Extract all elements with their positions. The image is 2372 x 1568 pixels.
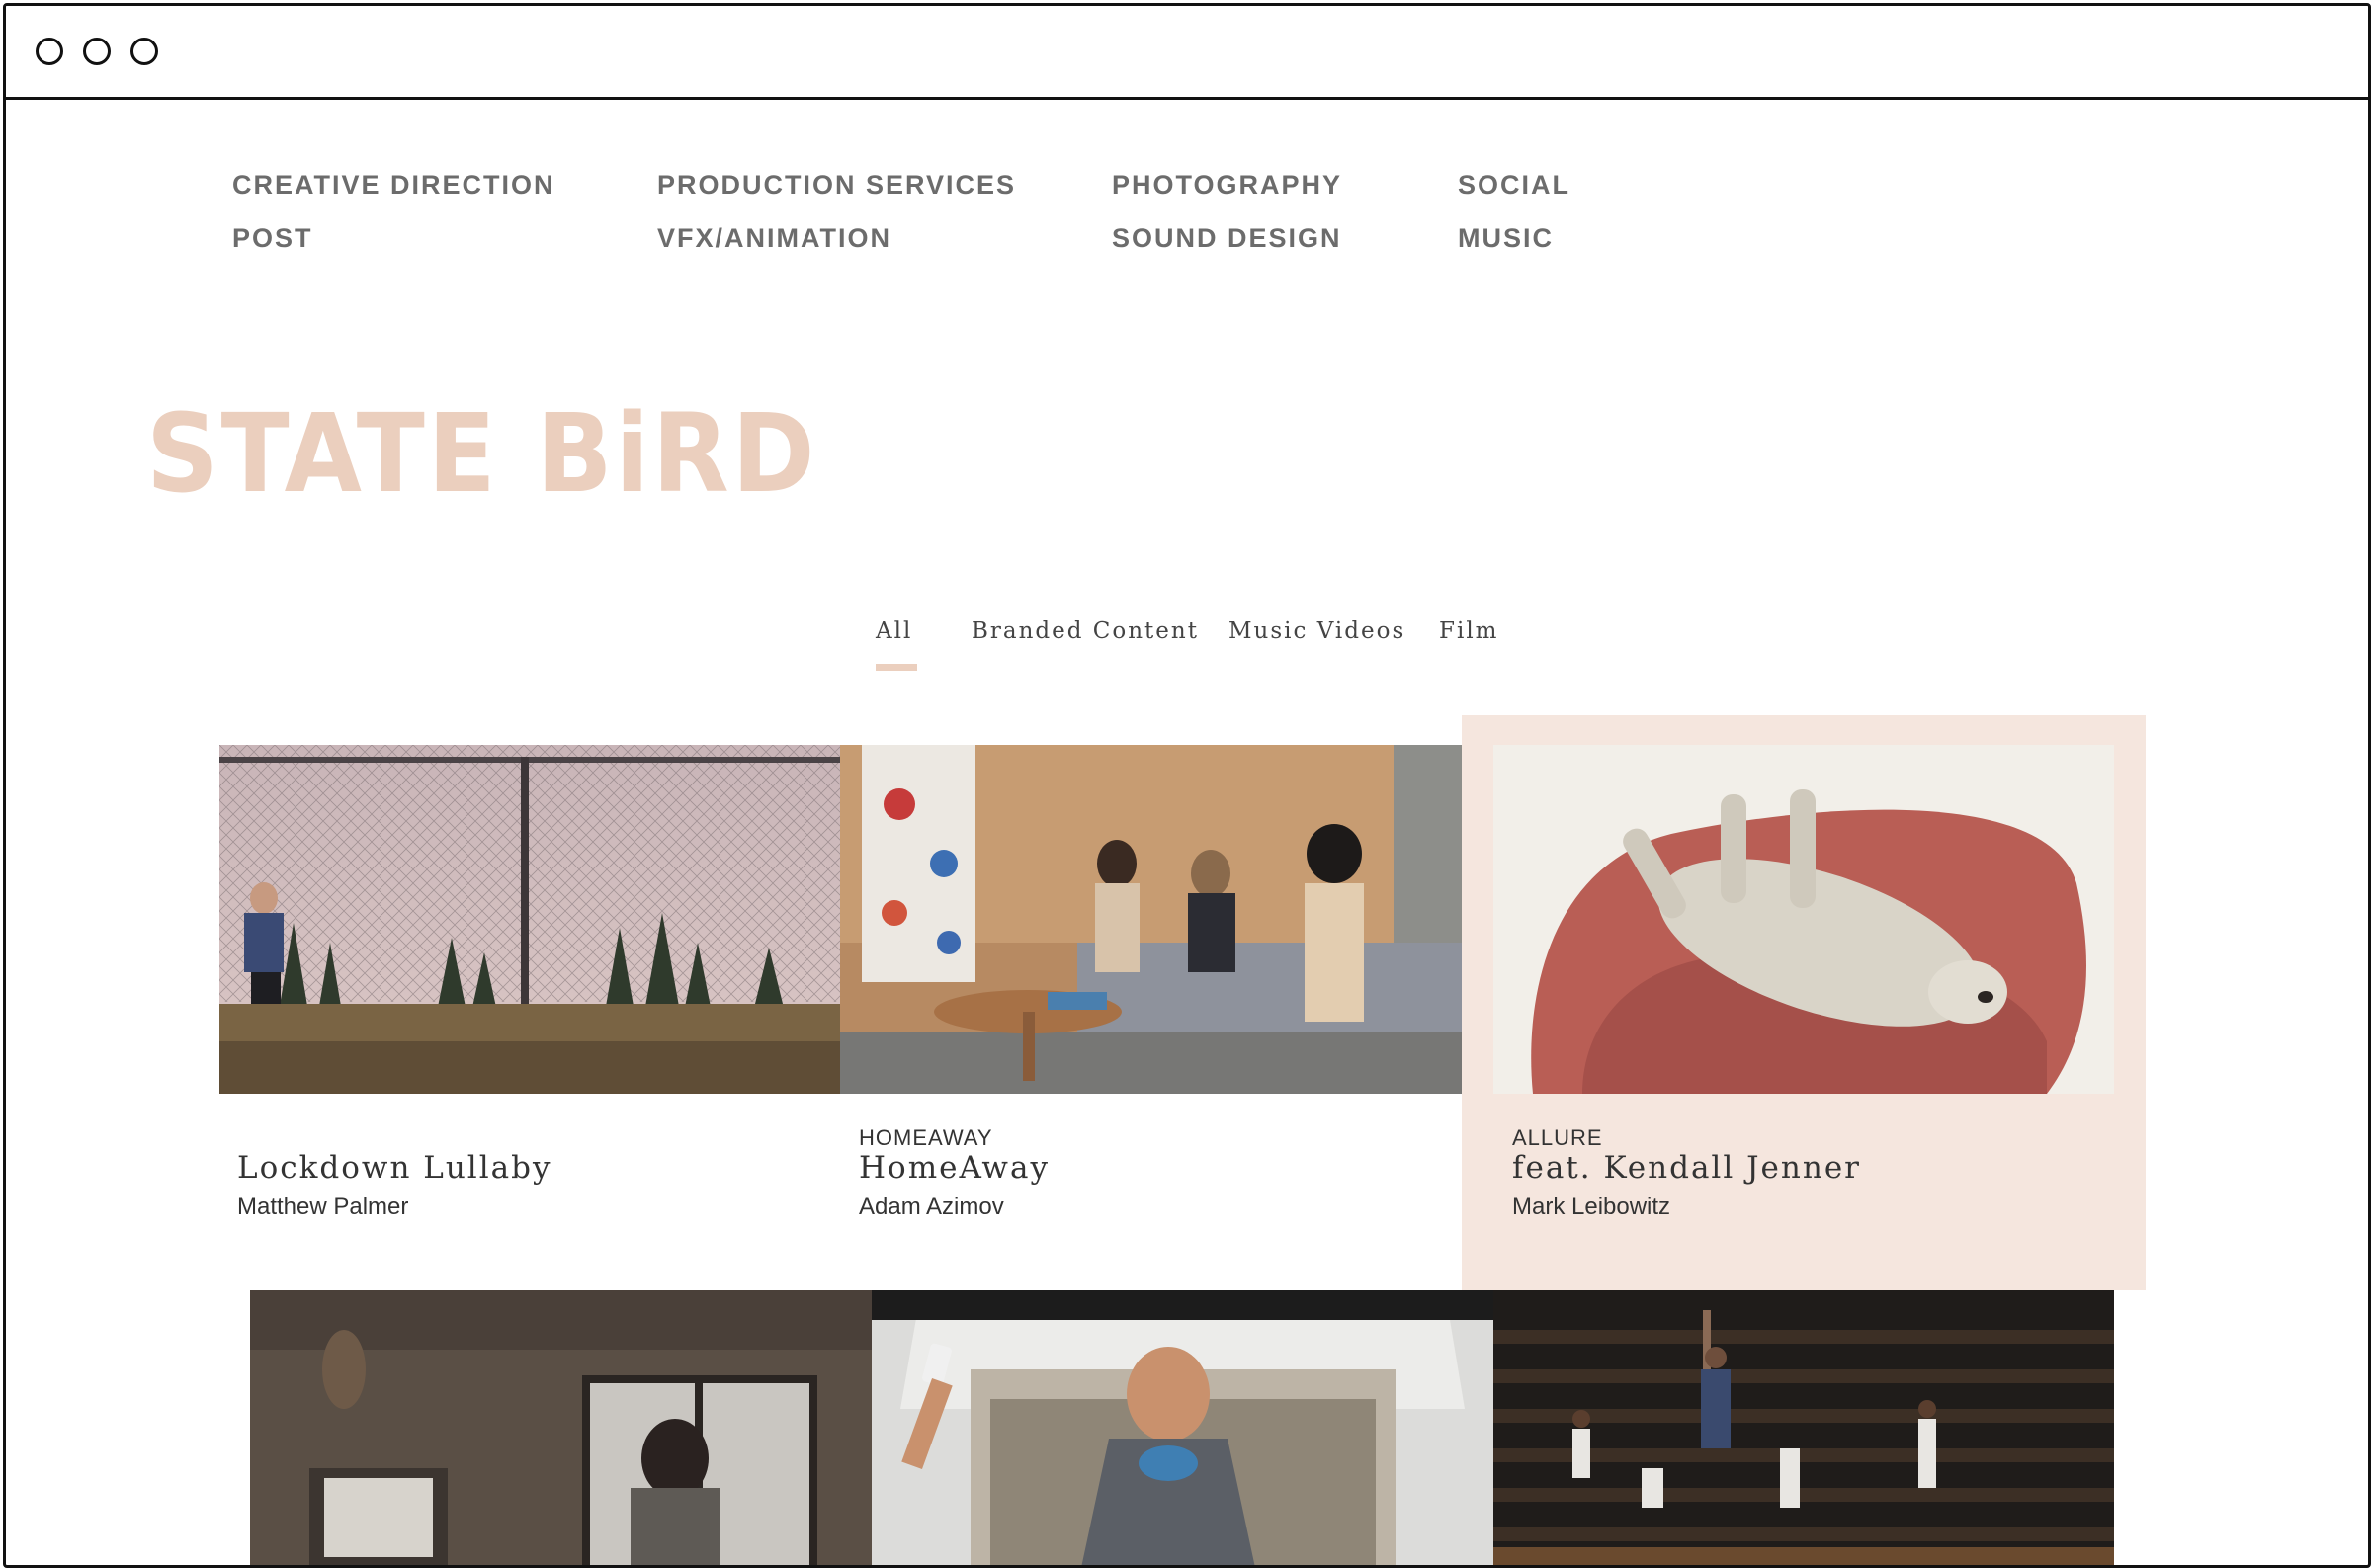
nav-sound-design[interactable]: SOUND DESIGN	[1112, 223, 1342, 254]
nav-post[interactable]: POST	[232, 223, 313, 254]
window-minimize-control[interactable]	[83, 38, 111, 65]
active-tab-indicator	[876, 664, 917, 671]
nav-production-services[interactable]: PRODUCTION SERVICES	[657, 170, 1016, 201]
project-title-lockdown-lullaby[interactable]: Lockdown Lullaby	[237, 1150, 551, 1186]
tab-music-videos[interactable]: Music Videos	[1228, 619, 1405, 644]
nav-vfx-animation[interactable]: VFX/ANIMATION	[657, 223, 891, 254]
nav-creative-direction[interactable]: CREATIVE DIRECTION	[232, 170, 555, 201]
window-titlebar	[6, 6, 2368, 100]
project-client-allure: ALLURE	[1512, 1125, 1603, 1150]
tab-all[interactable]: All	[876, 619, 912, 644]
thumbnail-dance-gym[interactable]	[1493, 1290, 2114, 1565]
project-director-lockdown-lullaby: Matthew Palmer	[237, 1194, 409, 1220]
browser-window: CREATIVE DIRECTION PRODUCTION SERVICES P…	[3, 3, 2371, 1568]
thumbnail-homeaway[interactable]	[840, 745, 1462, 1094]
nav-social[interactable]: SOCIAL	[1458, 170, 1570, 201]
project-title-allure[interactable]: feat. Kendall Jenner	[1512, 1150, 1861, 1186]
thumbnail-allure[interactable]	[1493, 745, 2114, 1094]
nav-music[interactable]: MUSIC	[1458, 223, 1554, 254]
project-client-homeaway: HOMEAWAY	[859, 1125, 993, 1150]
thumbnail-car-selfie[interactable]	[872, 1290, 1493, 1565]
thumbnail-interior-window[interactable]	[250, 1290, 872, 1565]
tab-film[interactable]: Film	[1439, 619, 1498, 644]
project-director-homeaway: Adam Azimov	[859, 1194, 1004, 1220]
window-maximize-control[interactable]	[130, 38, 158, 65]
project-director-allure: Mark Leibowitz	[1512, 1194, 1671, 1220]
tab-branded-content[interactable]: Branded Content	[972, 619, 1199, 644]
brand-logo[interactable]: STATE BiRD	[146, 399, 817, 508]
project-title-homeaway[interactable]: HomeAway	[859, 1150, 1050, 1186]
thumbnail-lockdown-lullaby[interactable]	[219, 745, 840, 1094]
nav-photography[interactable]: PHOTOGRAPHY	[1112, 170, 1342, 201]
window-close-control[interactable]	[36, 38, 63, 65]
